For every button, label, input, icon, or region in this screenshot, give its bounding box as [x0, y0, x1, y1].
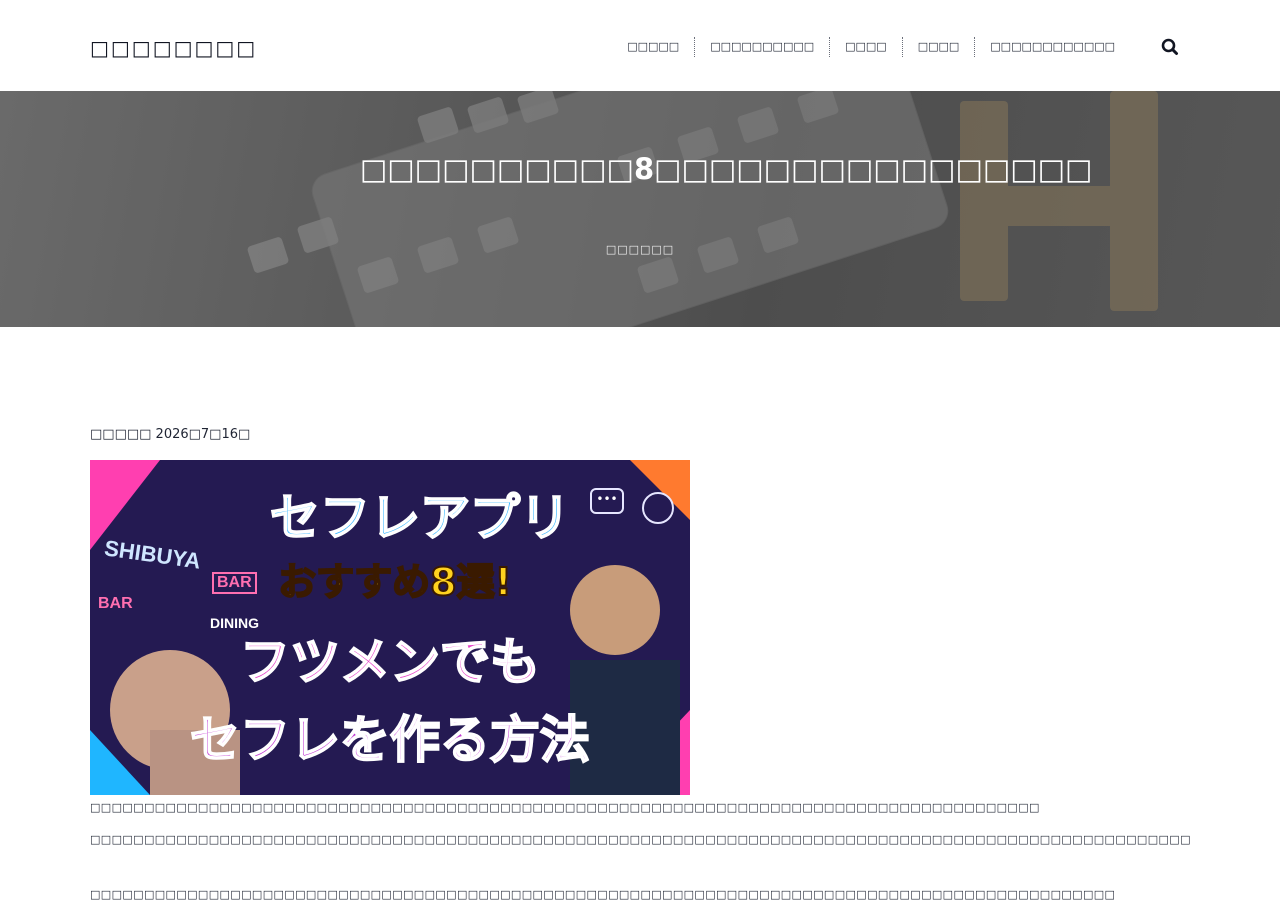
user-avatar-icon — [642, 492, 674, 524]
search-button[interactable] — [1160, 37, 1180, 57]
search-icon — [1161, 38, 1178, 55]
post-paragraph-1: □□□□□□□□□□□□□□□□□□□□□□□□□□□□□□□□□□□□□□□□… — [90, 801, 1040, 814]
site-title[interactable]: □□□□□□□□ — [90, 36, 257, 60]
post-thumbnail[interactable]: SHIBUYA BAR BAR DINING セフレアプリ おすすめ8選! フツ… — [90, 460, 690, 795]
post-paragraph-3: □□□□□□□□□□□□□□□□□□□□□□□□□□□□□□□□□□□□□□□□… — [90, 888, 1116, 901]
nav-item-1[interactable]: □□□□□ — [612, 37, 694, 57]
hero-background-image — [247, 91, 1158, 327]
thumbnail-title-line-2: おすすめ8選! — [277, 559, 513, 605]
thumbnail-title-line-3: フツメンでも — [239, 632, 541, 692]
post-paragraph-2: □□□□□□□□□□□□□□□□□□□□□□□□□□□□□□□□□□□□□□□□… — [90, 833, 1190, 846]
nav-item-5[interactable]: □□□□□□□□□□□□ — [974, 37, 1130, 57]
site-header: □□□□□□□□ □□□□□ □□□□□□□□□□ □□□□ □□□□ □□□□… — [0, 0, 1280, 91]
page-title: □□□□□□□□□□8□□□□□□□□□□□□□□□□ — [360, 152, 1093, 186]
post-date: □□□□□ 2026□7□16□ — [90, 427, 251, 442]
thumbnail-sign-bar-2: BAR — [98, 595, 133, 612]
thumbnail-sign-dining: DINING — [210, 615, 259, 631]
page-hero: □□□□□□□□□□8□□□□□□□□□□□□□□□□ □□□□□□ — [0, 91, 1280, 327]
nav-item-4[interactable]: □□□□ — [901, 37, 975, 57]
hero-meta: □□□□□□ — [605, 243, 675, 256]
thumbnail-title-line-4: セフレを作る方法 — [189, 710, 591, 770]
nav-item-3[interactable]: □□□□ — [829, 37, 902, 57]
main-nav: □□□□□ □□□□□□□□□□ □□□□ □□□□ □□□□□□□□□□□□ — [612, 37, 1130, 57]
thumbnail-title-line-1: セフレアプリ — [269, 488, 571, 548]
nav-item-2[interactable]: □□□□□□□□□□ — [694, 37, 829, 57]
chat-bubble-icon: ••• — [590, 488, 624, 514]
